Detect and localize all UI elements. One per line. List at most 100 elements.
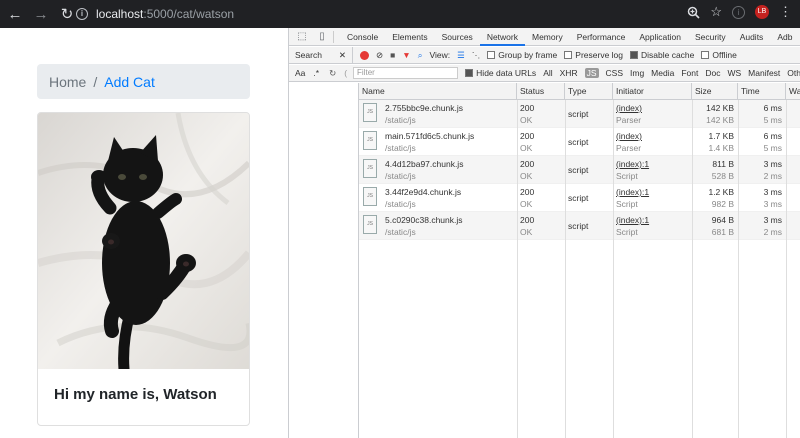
request-name[interactable]: 3.44f2e9d4.chunk.js [385, 187, 461, 197]
preserve-log-checkbox[interactable]: Preserve log [564, 50, 623, 60]
column-size[interactable]: Size [692, 83, 738, 100]
tab-elements[interactable]: Elements [385, 28, 434, 46]
extension-info-icon[interactable]: i [732, 5, 745, 19]
type-filter-media[interactable]: Media [651, 68, 674, 78]
forward-button[interactable]: → [30, 3, 52, 25]
initiator-link[interactable]: (index) [616, 103, 642, 113]
column-type[interactable]: Type [565, 83, 613, 100]
tab-security[interactable]: Security [688, 28, 733, 46]
type-filter-other[interactable]: Oth [787, 68, 800, 78]
disable-cache-checkbox[interactable]: Disable cache [630, 50, 694, 60]
initiator-cell: (index):1 Script [613, 212, 692, 240]
record-button[interactable] [360, 50, 369, 60]
back-button[interactable]: ← [4, 3, 26, 25]
initiator-link[interactable]: (index):1 [616, 187, 649, 197]
tab-memory[interactable]: Memory [525, 28, 570, 46]
large-rows-button[interactable]: ☰ [457, 50, 465, 61]
network-filter-bar: Aa .* ↻ ( Filter Hide data URLs All XHR … [289, 65, 800, 82]
filter-toggle-button[interactable]: ▼ [402, 50, 410, 60]
offline-checkbox[interactable]: Offline [701, 50, 737, 60]
screenshot-button[interactable]: ■ [390, 50, 395, 60]
breadcrumb-home[interactable]: Home [49, 74, 86, 90]
request-name[interactable]: 5.c0290c38.chunk.js [385, 215, 463, 225]
network-requests-table: Name Status Type Initiator Size Time Wa … [359, 83, 800, 438]
devtools-panel: ⬚ ▯ Console Elements Sources Network Mem… [288, 28, 800, 438]
status-cell: 200 OK [517, 184, 565, 212]
request-name[interactable]: 2.755bbc9e.chunk.js [385, 103, 463, 113]
tab-adb[interactable]: Adb [770, 28, 799, 46]
type-filter-img[interactable]: Img [630, 68, 644, 78]
hide-data-urls-checkbox[interactable]: Hide data URLs [465, 68, 536, 78]
column-waterfall[interactable]: Wa [786, 83, 800, 100]
tab-audits[interactable]: Audits [733, 28, 771, 46]
js-file-icon: JS [363, 131, 377, 150]
initiator-link[interactable]: (index) [616, 131, 642, 141]
breadcrumb-add-cat[interactable]: Add Cat [104, 74, 155, 90]
match-case-button[interactable]: Aa [295, 68, 305, 78]
url-path: :5000/cat/watson [143, 7, 235, 21]
waterfall-button[interactable]: ⋱ [472, 50, 481, 61]
tab-network[interactable]: Network [479, 28, 525, 46]
request-name[interactable]: 4.4d12ba97.chunk.js [385, 159, 463, 169]
extension-badge-icon[interactable]: LB [755, 5, 769, 19]
column-initiator[interactable]: Initiator [613, 83, 692, 100]
reload-button[interactable]: ↻ [56, 3, 78, 25]
status-cell: 200 OK [517, 100, 565, 128]
regex-button[interactable]: .* [313, 68, 319, 78]
table-row[interactable]: JS 2.755bbc9e.chunk.js/static/js 200 OK scri… [359, 100, 800, 128]
time-cell: 6 ms 5 ms [738, 100, 786, 128]
column-status[interactable]: Status [517, 83, 565, 100]
type-filter-css[interactable]: CSS [606, 68, 623, 78]
status-code: 200 [520, 103, 535, 113]
type-filter-xhr[interactable]: XHR [560, 68, 578, 78]
column-name[interactable]: Name [359, 83, 517, 100]
type-filter-manifest[interactable]: Manifest [748, 68, 780, 78]
initiator-link[interactable]: (index):1 [616, 215, 649, 225]
request-name[interactable]: main.571fd6c5.chunk.js [385, 131, 474, 141]
table-row[interactable]: JS 4.4d12ba97.chunk.js/static/js 200 OK scri… [359, 156, 800, 184]
menu-dots-icon[interactable]: ⋮ [779, 4, 792, 20]
type-filter-js[interactable]: JS [584, 68, 599, 78]
initiator-link[interactable]: (index):1 [616, 159, 649, 169]
info-icon[interactable]: i [76, 8, 88, 20]
table-row[interactable]: JS main.571fd6c5.chunk.js/static/js 200 OK s… [359, 128, 800, 156]
group-by-frame-checkbox[interactable]: Group by frame [487, 50, 557, 60]
filter-input[interactable]: Filter [353, 67, 459, 79]
request-type: script [568, 165, 589, 175]
close-icon[interactable]: ✕ [339, 47, 346, 64]
column-time[interactable]: Time [738, 83, 786, 100]
transfer-size: 964 B [711, 215, 734, 225]
column-divider [692, 100, 693, 438]
name-cell: JS 2.755bbc9e.chunk.js/static/js [359, 100, 517, 128]
type-filter-all[interactable]: All [543, 68, 552, 78]
resource-size: 982 B [711, 199, 734, 209]
inspect-element-icon[interactable]: ⬚ [295, 30, 309, 44]
type-cell: script [565, 100, 613, 128]
breadcrumb: Home / Add Cat [37, 64, 250, 99]
type-filter-font[interactable]: Font [681, 68, 698, 78]
type-filter-doc[interactable]: Doc [705, 68, 720, 78]
refresh-icon[interactable]: ↻ [329, 68, 336, 79]
tab-performance[interactable]: Performance [570, 28, 633, 46]
total-time: 6 ms [763, 131, 782, 141]
browser-actions: ☆ i LB ⋮ [687, 4, 792, 20]
status-code: 200 [520, 215, 535, 225]
transfer-size: 1.2 KB [708, 187, 734, 197]
clear-button[interactable]: ⊘ [376, 50, 383, 61]
tab-sources[interactable]: Sources [435, 28, 480, 46]
js-file-icon: JS [363, 159, 377, 178]
bookmark-star-icon[interactable]: ☆ [710, 4, 722, 20]
type-filter-ws[interactable]: WS [727, 68, 741, 78]
address-bar[interactable]: i localhost:5000/cat/watson [76, 4, 732, 24]
size-cell: 964 B 681 B [692, 212, 738, 240]
table-row[interactable]: JS 5.c0290c38.chunk.js/static/js 200 OK scri… [359, 212, 800, 240]
table-row[interactable]: JS 3.44f2e9d4.chunk.js/static/js 200 OK scri… [359, 184, 800, 212]
device-toolbar-icon[interactable]: ▯ [315, 30, 329, 44]
tab-console[interactable]: Console [340, 28, 385, 46]
tab-application[interactable]: Application [632, 28, 688, 46]
search-pane-chevron-icon: ( [344, 68, 348, 78]
cat-photo [38, 113, 249, 369]
zoom-icon[interactable] [687, 6, 700, 19]
search-button[interactable]: ⌕ [418, 50, 423, 61]
total-time: 6 ms [763, 103, 782, 113]
